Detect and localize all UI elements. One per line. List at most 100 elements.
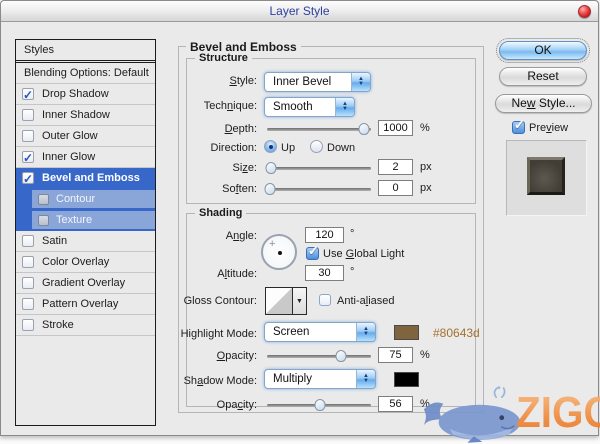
reset-button[interactable]: Reset — [499, 67, 587, 86]
technique-dropdown[interactable]: Smooth ▲▼ — [264, 97, 355, 117]
altitude-input[interactable]: 30 — [305, 265, 344, 281]
size-input[interactable]: 2 — [378, 159, 413, 175]
shadow-opacity-slider[interactable] — [267, 399, 371, 412]
dial-center-dot — [278, 251, 282, 255]
depth-label: Depth: — [161, 123, 257, 135]
stepper-icon[interactable]: ▲▼ — [335, 98, 354, 116]
stroke-checkbox[interactable] — [22, 319, 34, 331]
radio-dot — [269, 145, 273, 149]
highlight-opacity-label: Opacity: — [161, 350, 257, 362]
style-value: Inner Bevel — [273, 76, 331, 88]
sidebar-item-texture[interactable]: Texture — [16, 210, 155, 231]
highlight-hex-note: #80643d — [433, 326, 480, 340]
sub-item-contour: Contour — [32, 190, 155, 208]
stepper-icon[interactable]: ▲▼ — [351, 73, 370, 91]
pattern-overlay-checkbox[interactable] — [22, 298, 34, 310]
sidebar-item-blending-options[interactable]: Blending Options: Default — [16, 63, 155, 84]
anti-aliased-checkbox[interactable] — [319, 294, 331, 306]
style-dropdown[interactable]: Inner Bevel ▲▼ — [264, 72, 371, 92]
gloss-contour-dropdown-icon[interactable]: ▼ — [293, 287, 307, 315]
color-overlay-checkbox[interactable] — [22, 256, 34, 268]
highlight-color-swatch[interactable] — [394, 325, 419, 340]
preview-checkbox[interactable]: ✓ — [512, 121, 525, 134]
angle-dial[interactable]: + — [261, 234, 297, 270]
shadow-opacity-input[interactable]: 56 — [378, 396, 413, 412]
angle-input[interactable]: 120 — [305, 227, 344, 243]
check-icon: ✓ — [514, 117, 525, 133]
gradient-overlay-checkbox[interactable] — [22, 277, 34, 289]
sidebar-item-bevel-and-emboss[interactable]: ✓ Bevel and Emboss — [16, 168, 155, 189]
layer-style-screenshot: Layer Style Styles Blending Options: Def… — [0, 0, 600, 444]
direction-label: Direction: — [161, 142, 257, 154]
technique-value: Smooth — [273, 101, 313, 113]
shadow-mode-value: Multiply — [273, 373, 312, 385]
check-icon: ✓ — [23, 85, 33, 106]
slider-track[interactable] — [267, 167, 371, 170]
stepper-icon[interactable]: ▲▼ — [356, 370, 375, 388]
close-button[interactable] — [578, 5, 591, 18]
outer-glow-checkbox[interactable] — [22, 130, 34, 142]
layer-style-dialog: Layer Style Styles Blending Options: Def… — [0, 0, 599, 436]
texture-checkbox[interactable] — [38, 215, 49, 226]
shadow-mode-dropdown[interactable]: Multiply ▲▼ — [264, 369, 376, 389]
highlight-opacity-thumb[interactable] — [335, 350, 346, 362]
size-slider[interactable] — [267, 162, 371, 175]
depth-slider-thumb[interactable] — [358, 123, 369, 135]
stepper-icon[interactable]: ▲▼ — [356, 323, 375, 341]
soften-unit: px — [420, 182, 432, 194]
sidebar-item-label: Blending Options: Default — [24, 63, 149, 84]
sidebar-item-drop-shadow[interactable]: ✓ Drop Shadow — [16, 84, 155, 105]
depth-unit: % — [420, 122, 430, 134]
slider-track[interactable] — [267, 355, 371, 358]
direction-up-radio[interactable] — [264, 140, 277, 153]
slider-track[interactable] — [267, 188, 371, 191]
sidebar-item-label: Gradient Overlay — [42, 273, 125, 294]
sidebar-item-satin[interactable]: Satin — [16, 231, 155, 252]
sidebar-item-contour[interactable]: Contour — [16, 189, 155, 210]
new-style-button[interactable]: New Style... — [495, 94, 592, 113]
sidebar-item-label: Inner Shadow — [42, 105, 110, 126]
inner-glow-checkbox[interactable]: ✓ — [22, 151, 34, 163]
style-preview-swatch — [527, 157, 565, 195]
sidebar-item-pattern-overlay[interactable]: Pattern Overlay — [16, 294, 155, 315]
sidebar-item-label: Contour — [56, 190, 95, 209]
depth-input[interactable]: 1000 — [378, 120, 413, 136]
direction-down-radio[interactable] — [310, 140, 323, 153]
sidebar-item-inner-shadow[interactable]: Inner Shadow — [16, 105, 155, 126]
preview-panel — [506, 140, 587, 216]
sidebar-item-label: Pattern Overlay — [42, 294, 118, 315]
soften-input[interactable]: 0 — [378, 180, 413, 196]
highlight-opacity-input[interactable]: 75 — [378, 347, 413, 363]
depth-slider[interactable] — [267, 123, 371, 136]
sidebar-item-gradient-overlay[interactable]: Gradient Overlay — [16, 273, 155, 294]
sidebar-item-label: Satin — [42, 231, 67, 252]
soften-slider[interactable] — [267, 183, 371, 196]
shadow-color-swatch[interactable] — [394, 372, 419, 387]
shadow-opacity-thumb[interactable] — [315, 399, 326, 411]
sub-item-texture: Texture — [32, 211, 155, 229]
highlight-mode-dropdown[interactable]: Screen ▲▼ — [264, 322, 376, 342]
slider-track[interactable] — [267, 128, 371, 131]
sidebar-item-label: Texture — [56, 211, 92, 230]
shading-legend: Shading — [195, 207, 246, 219]
sidebar-item-outer-glow[interactable]: Outer Glow — [16, 126, 155, 147]
ok-button[interactable]: OK — [499, 41, 587, 60]
drop-shadow-checkbox[interactable]: ✓ — [22, 88, 34, 100]
angle-unit: ° — [350, 228, 354, 240]
bevel-emboss-checkbox[interactable]: ✓ — [22, 172, 34, 184]
sidebar-item-stroke[interactable]: Stroke — [16, 315, 155, 336]
gloss-contour-thumbnail[interactable] — [265, 287, 293, 315]
title-bar[interactable]: Layer Style — [1, 1, 598, 22]
size-slider-thumb[interactable] — [266, 162, 277, 174]
highlight-opacity-slider[interactable] — [267, 350, 371, 363]
sidebar-item-color-overlay[interactable]: Color Overlay — [16, 252, 155, 273]
satin-checkbox[interactable] — [22, 235, 34, 247]
use-global-light-label: Use Global Light — [323, 248, 404, 260]
contour-checkbox[interactable] — [38, 194, 49, 205]
sidebar-item-label: Color Overlay — [42, 252, 109, 273]
sidebar-item-inner-glow[interactable]: ✓ Inner Glow — [16, 147, 155, 168]
use-global-light-checkbox[interactable]: ✓ — [306, 247, 319, 260]
structure-legend: Structure — [195, 52, 252, 64]
soften-slider-thumb[interactable] — [265, 183, 276, 195]
inner-shadow-checkbox[interactable] — [22, 109, 34, 121]
